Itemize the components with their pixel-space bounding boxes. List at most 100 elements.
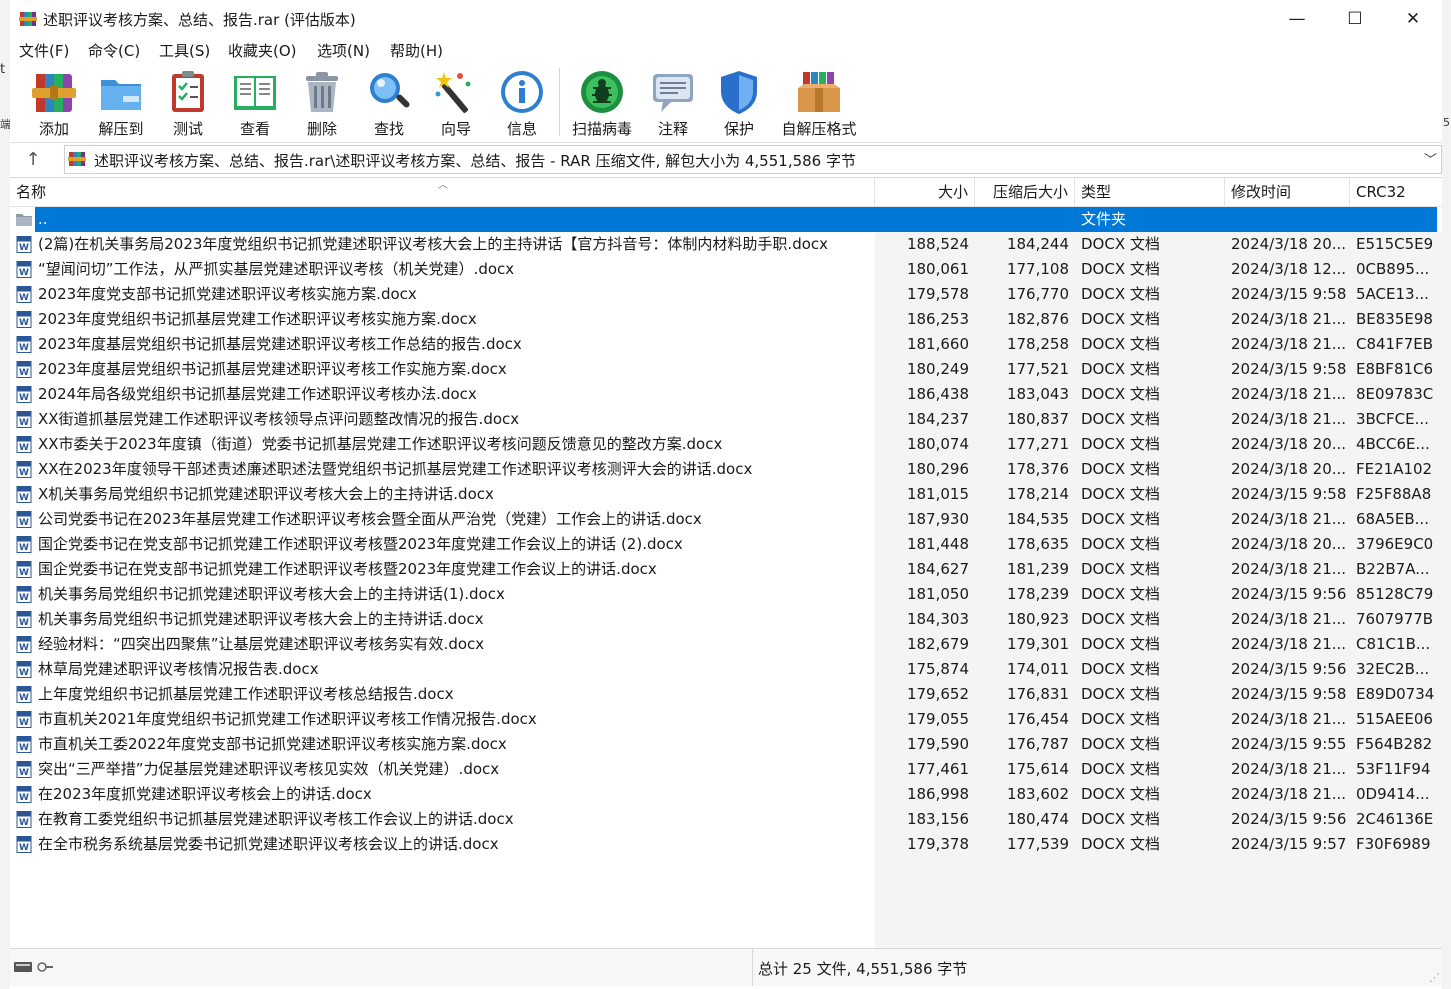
file-row[interactable]: W 突出“三严举措”力促基层党建述职评议考核见实效（机关党建）.docx 177,4… <box>10 757 1442 782</box>
file-size: 184,627 <box>906 560 969 578</box>
status-summary: 总计 25 文件, 4,551,586 字节 <box>758 960 968 978</box>
extract-to-button[interactable]: 解压到 <box>88 66 154 138</box>
file-name: 在全市税务系统基层党委书记抓党建述职评议考核会议上的讲话.docx <box>38 835 499 853</box>
up-folder-button[interactable]: ↑ <box>20 147 46 171</box>
file-size: 186,253 <box>906 310 969 328</box>
file-row[interactable]: W 在全市税务系统基层党委书记抓党建述职评议考核会议上的讲话.docx 179,37… <box>10 832 1442 857</box>
add-button[interactable]: 添加 <box>24 66 84 138</box>
menu-commands[interactable]: 命令(C) <box>88 40 140 61</box>
file-row[interactable]: W 2023年度基层党组织书记抓基层党建述职评议考核工作实施方案.docx 180,… <box>10 357 1442 382</box>
file-row[interactable]: W 市直机关2021年度党组织书记抓党建工作述职评议考核工作情况报告.docx 17… <box>10 707 1442 732</box>
minimize-button[interactable]: — <box>1268 0 1326 38</box>
protect-button[interactable]: 保护 <box>709 66 769 138</box>
file-size: 179,055 <box>906 710 969 728</box>
test-button[interactable]: 测试 <box>158 66 218 138</box>
delete-label: 删除 <box>306 120 337 138</box>
parent-folder-row[interactable]: .. 文件夹 <box>10 207 1442 232</box>
file-crc: 3BCFCE... <box>1356 410 1429 428</box>
arrow-up-icon: ↑ <box>25 148 41 170</box>
menu-options[interactable]: 选项(N) <box>317 40 370 61</box>
file-row[interactable]: W 2023年度党组织书记抓基层党建工作述职评议考核实施方案.docx 186,25… <box>10 307 1442 332</box>
file-row[interactable]: W 国企党委书记在党支部书记抓党建工作述职评议考核暨2023年度党建工作会议上的讲… <box>10 557 1442 582</box>
file-row[interactable]: W XX市委关于2023年度镇（街道）党委书记抓基层党建工作述职评议考核问题反馈意… <box>10 432 1442 457</box>
view-button[interactable]: 查看 <box>224 66 286 138</box>
file-modified: 2024/3/15 9:58 <box>1231 285 1347 303</box>
delete-button[interactable]: 删除 <box>292 66 352 138</box>
word-document-icon: W <box>16 361 32 378</box>
menu-help[interactable]: 帮助(H) <box>390 40 443 61</box>
file-type: DOCX 文档 <box>1081 385 1160 403</box>
file-name: 2023年度基层党组织书记抓基层党建述职评议考核工作实施方案.docx <box>38 360 507 378</box>
test-label: 测试 <box>172 120 203 138</box>
file-list[interactable]: 名称 ︿ 大小 压缩后大小 类型 修改时间 CRC32 .. 文件夹 W (2篇)… <box>10 177 1442 949</box>
file-row[interactable]: W 2023年度基层党组织书记抓基层党建述职评议考核工作总结的报告.docx 181… <box>10 332 1442 357</box>
column-header-packed[interactable]: 压缩后大小 <box>975 178 1075 206</box>
path-combobox[interactable]: 述职评议考核方案、总结、报告.rar\述职评议考核方案、总结、报告 - RAR … <box>64 145 1442 174</box>
title-bar[interactable]: 述职评议考核方案、总结、报告.rar (评估版本) — ☐ ✕ <box>10 0 1442 38</box>
file-row[interactable]: W 上年度党组织书记抓基层党建工作述职评议考核总结报告.docx 179,652 17… <box>10 682 1442 707</box>
file-size: 179,652 <box>906 685 969 703</box>
file-name: 市直机关工委2022年度党支部书记抓党建述职评议考核实施方案.docx <box>38 735 507 753</box>
menu-tools[interactable]: 工具(S) <box>159 40 210 61</box>
file-row[interactable]: W 市直机关工委2022年度党支部书记抓党建述职评议考核实施方案.docx 179,… <box>10 732 1442 757</box>
file-row[interactable]: W 2023年度党支部书记抓党建述职评议考核实施方案.docx 179,578 176… <box>10 282 1442 307</box>
file-row[interactable]: W 机关事务局党组织书记抓党建述职评议考核大会上的主持讲话.docx 184,303… <box>10 607 1442 632</box>
file-size: 187,930 <box>906 510 969 528</box>
magnifier-icon <box>370 73 410 108</box>
column-header-type[interactable]: 类型 <box>1075 178 1225 206</box>
menu-bar: 文件(F) 命令(C) 工具(S) 收藏夹(O) 选项(N) 帮助(H) <box>10 38 1442 62</box>
file-name: 经验材料：“四突出四聚焦”让基层党建述职评议考核务实有效.docx <box>38 635 485 653</box>
file-name: X机关事务局党组织书记抓党建述职评议考核大会上的主持讲话.docx <box>38 485 494 503</box>
file-row[interactable]: W 2024年局各级党组织书记抓基层党建工作述职评议考核办法.docx 186,43… <box>10 382 1442 407</box>
wizard-label: 向导 <box>440 120 471 138</box>
column-header-size[interactable]: 大小 <box>875 178 975 206</box>
column-header-crc[interactable]: CRC32 <box>1350 178 1442 206</box>
file-row[interactable]: W 经验材料：“四突出四聚焦”让基层党建述职评议考核务实有效.docx 182,67… <box>10 632 1442 657</box>
menu-favorites[interactable]: 收藏夹(O) <box>228 40 297 61</box>
chevron-down-icon[interactable]: ﹀ <box>1424 149 1437 168</box>
file-row[interactable]: W 在教育工委党组织书记抓基层党建述职评议考核工作会议上的讲话.docx 183,1… <box>10 807 1442 832</box>
info-button[interactable]: 信息 <box>492 66 552 138</box>
file-modified: 2024/3/18 20... <box>1231 535 1347 553</box>
file-row[interactable]: W X机关事务局党组织书记抓党建述职评议考核大会上的主持讲话.docx 181,01… <box>10 482 1442 507</box>
file-crc: 2C46136E <box>1356 810 1434 828</box>
file-size: 186,998 <box>906 785 969 803</box>
file-row[interactable]: W “望闻问切”工作法，从严抓实基层党建述职评议考核（机关党建）.docx 180,… <box>10 257 1442 282</box>
file-crc: 5ACE13... <box>1356 285 1429 303</box>
file-row[interactable]: W (2篇)在机关事务局2023年度党组织书记抓党建述职评议考核大会上的主持讲话【… <box>10 232 1442 257</box>
file-row[interactable]: W 机关事务局党组织书记抓党建述职评议考核大会上的主持讲话(1).docx 181,… <box>10 582 1442 607</box>
file-crc: C841F7EB <box>1356 335 1434 353</box>
file-name: 在教育工委党组织书记抓基层党建述职评议考核工作会议上的讲话.docx <box>38 810 514 828</box>
close-button[interactable]: ✕ <box>1384 0 1442 38</box>
file-row[interactable]: W 在2023年度抓党建述职评议考核会上的讲话.docx 186,998 183,60… <box>10 782 1442 807</box>
file-size: 175,874 <box>906 660 969 678</box>
file-modified: 2024/3/15 9:56 <box>1231 585 1347 603</box>
file-type: DOCX 文档 <box>1081 485 1160 503</box>
file-type: DOCX 文档 <box>1081 235 1160 253</box>
drive-key-icon[interactable] <box>14 960 54 974</box>
scan-virus-button[interactable]: 扫描病毒 <box>565 66 639 138</box>
sfx-button[interactable]: 自解压格式 <box>773 66 865 138</box>
file-row[interactable]: W XX街道抓基层党建工作述职评议考核领导点评问题整改情况的报告.docx 184,… <box>10 407 1442 432</box>
file-type: DOCX 文档 <box>1081 460 1160 478</box>
file-type: DOCX 文档 <box>1081 635 1160 653</box>
word-document-icon: W <box>16 661 32 678</box>
file-row[interactable]: W 公司党委书记在2023年基层党建工作述职评议考核会暨全面从严治党（党建）工作会… <box>10 507 1442 532</box>
resize-grip-icon[interactable]: ⋰ <box>1429 971 1440 984</box>
maximize-button[interactable]: ☐ <box>1326 0 1384 38</box>
find-button[interactable]: 查找 <box>358 66 420 138</box>
address-bar: ↑ 述职评议考核方案、总结、报告.rar\述职评议考核方案、总结、报告 - RA… <box>10 143 1442 176</box>
file-packed-size: 177,539 <box>1006 835 1069 853</box>
file-size: 181,050 <box>906 585 969 603</box>
file-modified: 2024/3/18 21... <box>1231 635 1347 653</box>
file-row[interactable]: W XX在2023年度领导干部述责述廉述职述法暨党组织书记抓基层党建工作述职评议考… <box>10 457 1442 482</box>
wizard-button[interactable]: 向导 <box>426 66 486 138</box>
column-header-modified[interactable]: 修改时间 <box>1225 178 1350 206</box>
sfx-box-icon <box>798 72 840 112</box>
file-size: 186,438 <box>906 385 969 403</box>
menu-file[interactable]: 文件(F) <box>19 40 69 61</box>
comment-button[interactable]: 注释 <box>643 66 703 138</box>
file-row[interactable]: W 国企党委书记在党支部书记抓党建工作述职评议考核暨2023年度党建工作会议上的讲… <box>10 532 1442 557</box>
file-row[interactable]: W 林草局党建述职评议考核情况报告表.docx 175,874 174,011 DOCX… <box>10 657 1442 682</box>
file-name: 市直机关2021年度党组织书记抓党建工作述职评议考核工作情况报告.docx <box>38 710 537 728</box>
